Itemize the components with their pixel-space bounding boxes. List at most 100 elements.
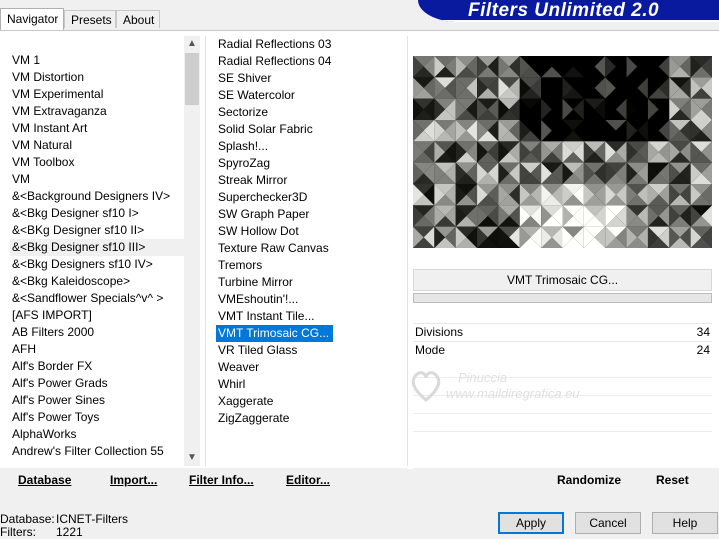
filter-row[interactable]: Radial Reflections 04 [216,53,406,70]
category-item[interactable]: Andrew's Filter Collection 55 [10,443,185,460]
filter-row[interactable]: VMEshoutin'!... [216,291,406,308]
filter-row[interactable]: Whirl [216,376,406,393]
category-item[interactable]: VM Natural [10,137,185,154]
filter-item[interactable]: VMT Instant Tile... [216,308,406,325]
filter-row[interactable]: Weaver [216,359,406,376]
category-item[interactable]: &<Bkg Designer sf10 I> [10,205,185,222]
param-value: 34 [696,325,710,339]
filter-item[interactable]: Xaggerate [216,393,406,410]
param-row-mode[interactable]: Mode 24 [413,341,712,359]
reset-button[interactable]: Reset [656,473,689,487]
category-item[interactable]: VM [10,171,185,188]
app-title: Filters Unlimited 2.0 [468,0,660,21]
param-row-divisions[interactable]: Divisions 34 [413,323,712,341]
filter-row[interactable]: SE Watercolor [216,87,406,104]
filter-item[interactable]: Sectorize [216,104,406,121]
filter-row[interactable]: Xaggerate [216,393,406,410]
category-item[interactable]: Alf's Power Toys [10,409,185,426]
filter-item[interactable]: VR Tiled Glass [216,342,406,359]
import-button[interactable]: Import... [110,473,157,487]
tab-navigator[interactable]: Navigator [0,8,64,30]
filter-item[interactable]: Tremors [216,257,406,274]
app-title-banner: Filters Unlimited 2.0 [418,0,719,22]
tab-about[interactable]: About [116,10,160,28]
filter-item[interactable]: Streak Mirror [216,172,406,189]
filter-row[interactable]: Turbine Mirror [216,274,406,291]
category-item[interactable]: &<Bkg Kaleidoscope> [10,273,185,290]
filter-row[interactable]: VMT Instant Tile... [216,308,406,325]
filter-row[interactable]: ZigZaggerate [216,410,406,427]
category-item[interactable]: AlphaWorks [10,426,185,443]
filter-row[interactable]: Superchecker3D [216,189,406,206]
help-button[interactable]: Help [652,512,718,534]
filter-row[interactable]: Texture Raw Canvas [216,240,406,257]
category-item[interactable]: Alf's Power Grads [10,375,185,392]
category-item[interactable]: &<Background Designers IV> [10,188,185,205]
category-item[interactable]: &<Bkg Designer sf10 III> [10,239,185,256]
tab-presets[interactable]: Presets [64,10,116,28]
category-item[interactable]: VM 1 [10,52,185,69]
category-item[interactable]: AB Filters 2000 [10,324,185,341]
watermark-line2: www.maildiregrafica.eu [446,386,580,401]
filter-item[interactable]: Radial Reflections 04 [216,53,406,70]
filter-item[interactable]: SE Watercolor [216,87,406,104]
filter-item[interactable]: Whirl [216,376,406,393]
filter-row[interactable]: SW Hollow Dot [216,223,406,240]
scroll-down-icon[interactable]: ▼ [184,450,200,466]
filters-count: Filters: 1221 [0,525,83,539]
filter-row[interactable]: Radial Reflections 03 [216,36,406,53]
filter-list[interactable]: Radial Reflections 03 Radial Reflections … [216,36,406,456]
filter-item[interactable]: Superchecker3D [216,189,406,206]
scroll-up-icon[interactable]: ▲ [184,36,200,52]
filter-row[interactable]: Sectorize [216,104,406,121]
category-item[interactable]: [AFS IMPORT] [10,307,185,324]
category-item[interactable]: &<Sandflower Specials^v^ > [10,290,185,307]
category-item[interactable]: VM Distortion [10,69,185,86]
randomize-button[interactable]: Randomize [557,473,621,487]
filter-row[interactable]: Tremors [216,257,406,274]
category-item[interactable]: VM Toolbox [10,154,185,171]
cancel-button[interactable]: Cancel [575,512,641,534]
filter-row[interactable]: Splash!... [216,138,406,155]
filter-item[interactable]: VMT Trimosaic CG... [216,325,334,342]
category-list[interactable]: VM 1 VM Distortion VM Experimental VM Extra… [10,52,185,466]
watermark-line1: Pinuccia [458,370,508,385]
filter-item[interactable]: VMEshoutin'!... [216,291,406,308]
filter-item[interactable]: Splash!... [216,138,406,155]
category-scrollbar[interactable]: ▲ ▼ [184,36,200,466]
filter-row[interactable]: Solid Solar Fabric [216,121,406,138]
filter-item[interactable]: ZigZaggerate [216,410,406,427]
category-item[interactable]: AFH [10,341,185,358]
current-filter-name: VMT Trimosaic CG... [413,269,712,291]
filter-item[interactable]: Texture Raw Canvas [216,240,406,257]
database-button[interactable]: Database [18,473,71,487]
filter-item[interactable]: SE Shiver [216,70,406,87]
filter-row[interactable]: VMT Trimosaic CG... [216,325,406,342]
filter-item[interactable]: Weaver [216,359,406,376]
category-item[interactable]: VM Experimental [10,86,185,103]
category-item[interactable]: Alf's Border FX [10,358,185,375]
category-item[interactable]: VM Instant Art [10,120,185,137]
category-item[interactable]: Alf's Power Sines [10,392,185,409]
editor-button[interactable]: Editor... [286,473,330,487]
filter-item[interactable]: Solid Solar Fabric [216,121,406,138]
filter-info-button[interactable]: Filter Info... [189,473,254,487]
filter-row[interactable]: Streak Mirror [216,172,406,189]
filter-item[interactable]: SW Graph Paper [216,206,406,223]
category-item[interactable]: VM Extravaganza [10,103,185,120]
filter-item[interactable]: SW Hollow Dot [216,223,406,240]
filter-row[interactable]: VR Tiled Glass [216,342,406,359]
filter-row[interactable]: SpyroZag [216,155,406,172]
filter-item[interactable]: Radial Reflections 03 [216,36,406,53]
category-item[interactable]: &<BKg Designer sf10 II> [10,222,185,239]
filter-item[interactable]: Turbine Mirror [216,274,406,291]
filters-count-label: Filters: [0,525,36,539]
category-item[interactable]: &<Bkg Designers sf10 IV> [10,256,185,273]
mosaic-preview [413,56,712,248]
scroll-thumb[interactable] [185,53,199,105]
filter-row[interactable]: SW Graph Paper [216,206,406,223]
filter-item[interactable]: SpyroZag [216,155,406,172]
filter-row[interactable]: SE Shiver [216,70,406,87]
tab-navigator-label: Navigator [7,12,59,26]
apply-button[interactable]: Apply [498,512,564,534]
